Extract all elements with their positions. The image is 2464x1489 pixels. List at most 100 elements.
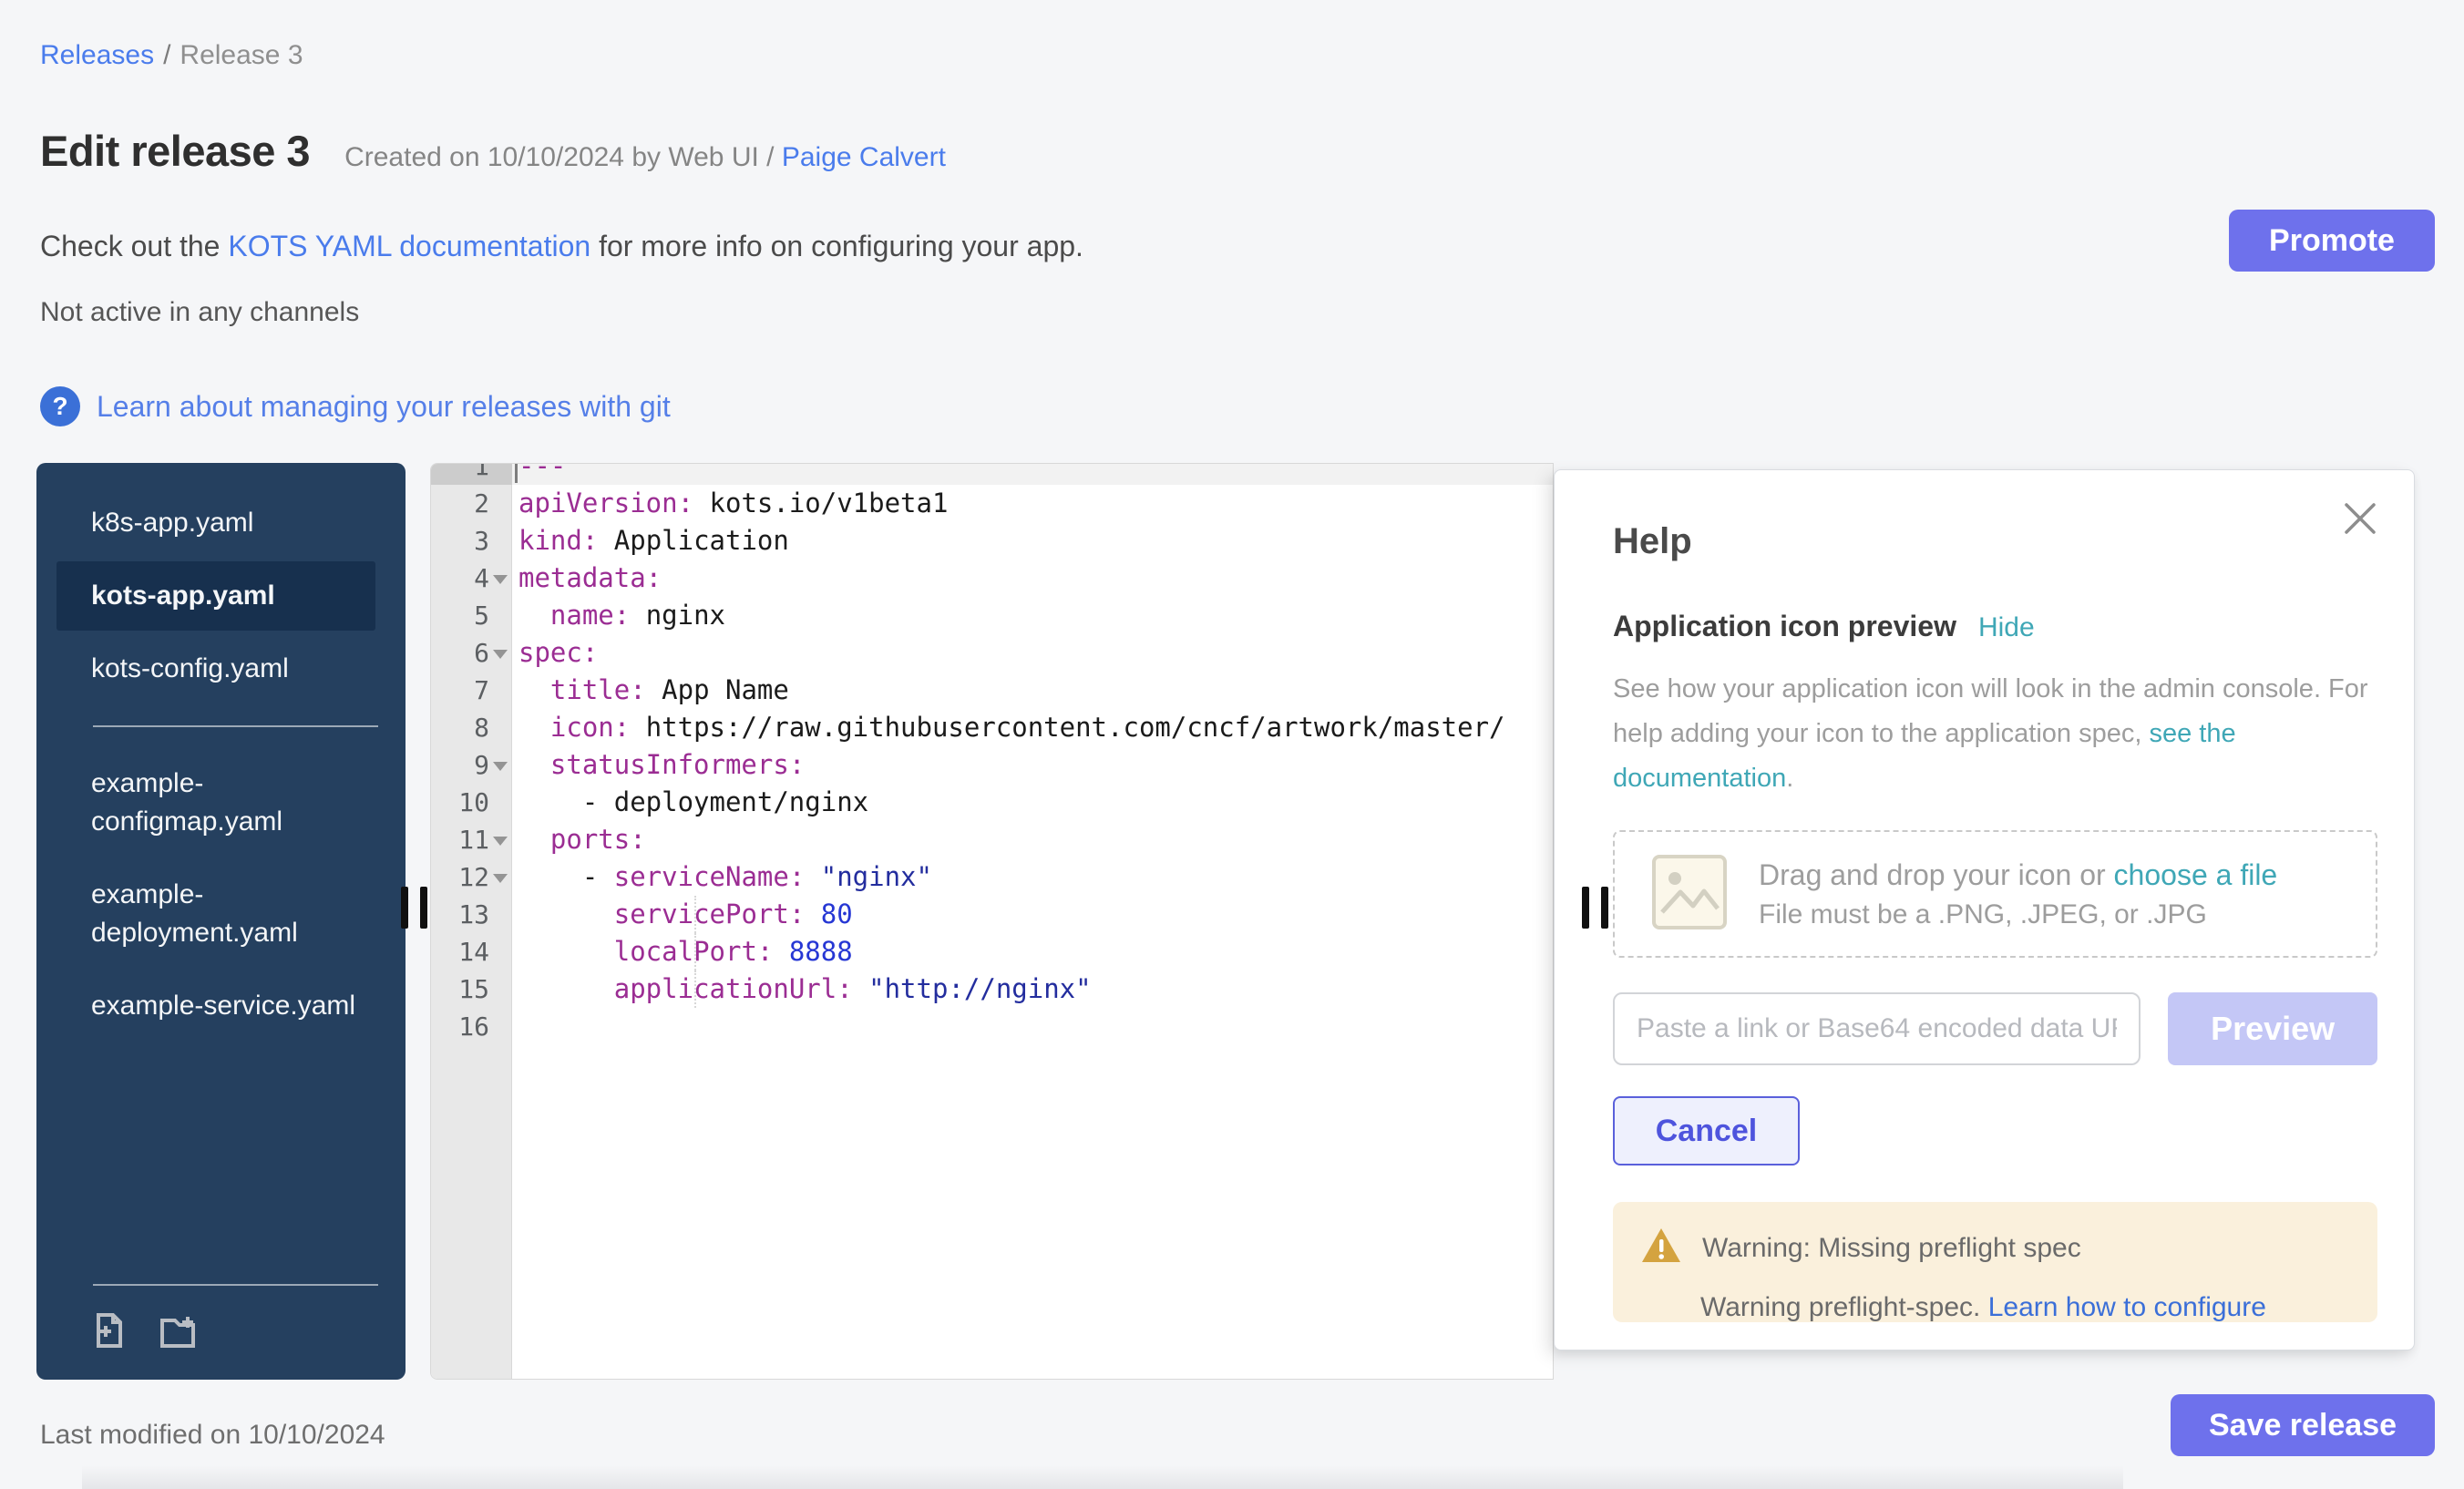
editor-line-12[interactable]: 12 - serviceName: "nginx": [431, 858, 1553, 896]
code-text: title: App Name: [511, 672, 1553, 709]
file-item-example-deployment-yaml[interactable]: example-deployment.yaml: [56, 860, 375, 968]
learn-how-to-configure-link[interactable]: Learn how to configure: [1988, 1292, 2266, 1322]
promote-button[interactable]: Promote: [2229, 210, 2435, 272]
file-item-kots-app-yaml[interactable]: kots-app.yaml: [56, 561, 375, 631]
line-number: 1: [431, 463, 511, 485]
line-number: 16: [431, 1008, 511, 1045]
warning-title: Warning: Missing preflight spec: [1702, 1233, 2081, 1264]
editor-line-11[interactable]: 11 ports:: [431, 821, 1553, 858]
file-item-example-service-yaml[interactable]: example-service.yaml: [56, 971, 375, 1041]
hide-link[interactable]: Hide: [1978, 612, 2035, 643]
git-help-link[interactable]: Learn about managing your releases with …: [97, 390, 671, 424]
add-file-icon[interactable]: [87, 1309, 129, 1356]
indent-guide: [694, 970, 696, 1008]
channel-status: Not active in any channels: [40, 297, 359, 328]
editor-line-8[interactable]: 8 icon: https://raw.githubusercontent.co…: [431, 709, 1553, 746]
preview-button[interactable]: Preview: [2168, 992, 2377, 1065]
help-title: Help: [1613, 521, 2377, 562]
created-by-link[interactable]: Paige Calvert: [782, 142, 946, 172]
file-item-kots-config-yaml[interactable]: kots-config.yaml: [56, 634, 375, 703]
editor-line-7[interactable]: 7 title: App Name: [431, 672, 1553, 709]
code-text: localPort: 8888: [511, 933, 1553, 970]
line-number: 3: [431, 522, 511, 560]
cancel-button[interactable]: Cancel: [1613, 1096, 1800, 1166]
editor-line-6[interactable]: 6spec:: [431, 634, 1553, 672]
breadcrumb-releases-link[interactable]: Releases: [40, 40, 154, 70]
help-body-suffix: .: [1786, 764, 1793, 793]
editor-line-4[interactable]: 4metadata:: [431, 560, 1553, 597]
yaml-editor[interactable]: 1---2apiVersion: kots.io/v1beta13kind: A…: [430, 463, 1554, 1380]
icon-preview-description: See how your application icon will look …: [1613, 667, 2377, 801]
help-panel-resize-handle[interactable]: [1582, 887, 1608, 929]
kots-yaml-doc-link[interactable]: KOTS YAML documentation: [228, 230, 590, 262]
code-text: metadata:: [511, 560, 1553, 597]
indent-guide: [694, 933, 696, 970]
editor-line-16[interactable]: 16: [431, 1008, 1553, 1045]
icon-preview-title: Application icon preview: [1613, 610, 1956, 643]
fold-arrow-icon[interactable]: [493, 575, 508, 584]
line-number: 13: [431, 896, 511, 933]
editor-line-5[interactable]: 5 name: nginx: [431, 597, 1553, 634]
editor-line-13[interactable]: 13 servicePort: 80: [431, 896, 1553, 933]
line-number: 9: [431, 746, 511, 784]
breadcrumb-separator: /: [163, 40, 170, 70]
edit-release-page: Releases / Release 3 Edit release 3 Create…: [0, 0, 2464, 1489]
line-number: 11: [431, 821, 511, 858]
code-text: spec:: [511, 634, 1553, 672]
title-row: Edit release 3 Created on 10/10/2024 by …: [40, 126, 946, 176]
code-text: ports:: [511, 821, 1553, 858]
file-group-divider: [93, 725, 378, 727]
line-number: 8: [431, 709, 511, 746]
help-body-text: See how your application icon will look …: [1613, 674, 2368, 748]
sidebar-resize-handle[interactable]: [401, 887, 427, 929]
code-text: apiVersion: kots.io/v1beta1: [511, 485, 1553, 522]
code-text: kind: Application: [511, 522, 1553, 560]
breadcrumb-current: Release 3: [180, 40, 303, 70]
line-number: 15: [431, 970, 511, 1008]
line-number: 14: [431, 933, 511, 970]
file-item-example-configmap-yaml[interactable]: example-configmap.yaml: [56, 749, 375, 857]
file-sidebar: k8s-app.yamlkots-app.yamlkots-config.yam…: [36, 463, 406, 1380]
choose-file-link[interactable]: choose a file: [2114, 858, 2278, 891]
icon-url-input[interactable]: [1613, 992, 2141, 1065]
line-number: 7: [431, 672, 511, 709]
line-number: 6: [431, 634, 511, 672]
fold-arrow-icon[interactable]: [493, 837, 508, 846]
indent-guide: [694, 896, 696, 933]
close-icon[interactable]: [2339, 498, 2381, 539]
help-panel: Help Application icon preview Hide See h…: [1554, 469, 2415, 1350]
editor-line-15[interactable]: 15 applicationUrl: "http://nginx": [431, 970, 1553, 1008]
editor-line-3[interactable]: 3kind: Application: [431, 522, 1553, 560]
git-help-row: ? Learn about managing your releases wit…: [40, 386, 671, 426]
save-release-button[interactable]: Save release: [2171, 1394, 2435, 1456]
code-text: - deployment/nginx: [511, 784, 1553, 821]
code-text: servicePort: 80: [511, 896, 1553, 933]
icon-drop-zone[interactable]: Drag and drop your icon or choose a file…: [1613, 830, 2377, 958]
code-text: applicationUrl: "http://nginx": [511, 970, 1553, 1008]
line-number: 2: [431, 485, 511, 522]
code-text: [511, 1008, 1553, 1045]
editor-line-2[interactable]: 2apiVersion: kots.io/v1beta1: [431, 485, 1553, 522]
doc-suffix: for more info on configuring your app.: [590, 230, 1083, 262]
code-text: ---: [511, 463, 1553, 485]
add-folder-icon[interactable]: [157, 1309, 199, 1356]
breadcrumb: Releases / Release 3: [40, 40, 303, 71]
editor-line-10[interactable]: 10 - deployment/nginx: [431, 784, 1553, 821]
page-title: Edit release 3: [40, 126, 310, 176]
fold-arrow-icon[interactable]: [493, 650, 508, 659]
code-text: - serviceName: "nginx": [511, 858, 1553, 896]
editor-line-1[interactable]: 1---: [431, 463, 1553, 485]
line-number: 12: [431, 858, 511, 896]
editor-line-14[interactable]: 14 localPort: 8888: [431, 933, 1553, 970]
last-modified: Last modified on 10/10/2024: [40, 1420, 385, 1451]
preflight-warning: Warning: Missing preflight spec Warning …: [1613, 1202, 2377, 1322]
drop-text: Drag and drop your icon or: [1759, 858, 2114, 891]
question-icon: ?: [40, 386, 80, 426]
image-placeholder-icon: [1651, 854, 1728, 935]
file-item-k8s-app-yaml[interactable]: k8s-app.yaml: [56, 488, 375, 558]
file-list: k8s-app.yamlkots-app.yamlkots-config.yam…: [36, 463, 406, 1041]
fold-arrow-icon[interactable]: [493, 874, 508, 883]
editor-line-9[interactable]: 9 statusInformers:: [431, 746, 1553, 784]
fold-arrow-icon[interactable]: [493, 762, 508, 771]
sidebar-footer: [36, 1284, 406, 1380]
